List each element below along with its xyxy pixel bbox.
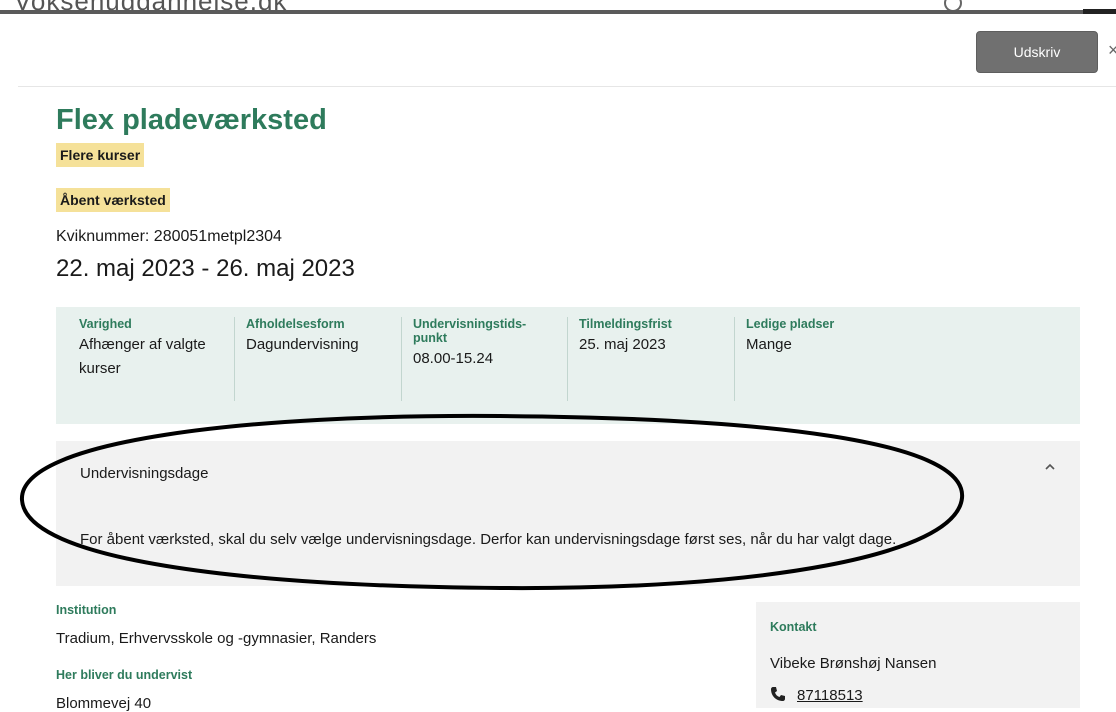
accordion-undervisningsdage: Undervisningsdage For åbent værksted, sk… bbox=[56, 441, 1080, 586]
header-bar-end bbox=[1083, 9, 1116, 14]
info-label: Varighed bbox=[79, 317, 132, 331]
info-label: Tilmeldingsfrist bbox=[579, 317, 672, 331]
location-label: Her bliver du undervist bbox=[56, 668, 193, 682]
info-label: Afholdelsesform bbox=[246, 317, 345, 331]
contact-box: Kontakt Vibeke Brønshøj Nansen 87118513 bbox=[756, 602, 1080, 708]
info-value: 25. maj 2023 bbox=[579, 336, 666, 353]
accordion-body-text: For åbent værksted, skal du selv vælge u… bbox=[80, 531, 897, 548]
contact-name: Vibeke Brønshøj Nansen bbox=[770, 655, 937, 672]
institution-label: Institution bbox=[56, 603, 117, 617]
course-dates: 22. maj 2023 - 26. maj 2023 bbox=[56, 255, 355, 282]
info-label: Undervisningstids-punkt bbox=[413, 317, 527, 345]
contact-label: Kontakt bbox=[770, 620, 817, 634]
info-afholdelsesform: Afholdelsesform Dagundervisning bbox=[246, 317, 402, 401]
site-header-strip: Voksenuddannelse.dk bbox=[0, 0, 1116, 14]
location-address: Blommevej 40 bbox=[56, 695, 152, 712]
info-varighed: Varighed Afhænger af valgte kurser bbox=[79, 317, 235, 401]
info-value: Dagundervisning bbox=[246, 336, 359, 353]
contact-phone-link[interactable]: 87118513 bbox=[797, 687, 863, 704]
institution-value: Tradium, Erhvervsskole og -gymnasier, Ra… bbox=[56, 630, 377, 647]
tag-aabent-vaerksted: Åbent værksted bbox=[56, 188, 170, 212]
header-divider bbox=[18, 86, 1116, 87]
info-tilmeldingsfrist: Tilmeldingsfrist 25. maj 2023 bbox=[579, 317, 735, 401]
accordion-title: Undervisningsdage bbox=[80, 465, 209, 482]
tag-flere-kurser: Flere kurser bbox=[56, 143, 145, 167]
close-icon[interactable]: × bbox=[1108, 40, 1116, 61]
info-undervisningstidspunkt: Undervisningstids-punkt 08.00-15.24 bbox=[413, 317, 568, 401]
print-button[interactable]: Udskriv bbox=[976, 31, 1098, 73]
info-label: Ledige pladser bbox=[746, 317, 835, 331]
accordion-header[interactable]: Undervisningsdage bbox=[56, 441, 1080, 505]
page-title: Flex pladeværksted bbox=[56, 104, 327, 136]
header-bar bbox=[0, 10, 1083, 14]
chevron-up-icon[interactable] bbox=[1043, 460, 1057, 474]
phone-icon bbox=[771, 687, 785, 701]
info-value: Mange bbox=[746, 336, 792, 353]
info-panel: Varighed Afhænger af valgte kurser Afhol… bbox=[56, 307, 1080, 424]
kviknummer: Kviknummer: 280051metpl2304 bbox=[56, 228, 282, 245]
info-value: 08.00-15.24 bbox=[413, 350, 494, 367]
info-ledige-pladser: Ledige pladser Mange bbox=[746, 317, 906, 357]
info-value: Afhænger af valgte kurser bbox=[79, 336, 206, 377]
